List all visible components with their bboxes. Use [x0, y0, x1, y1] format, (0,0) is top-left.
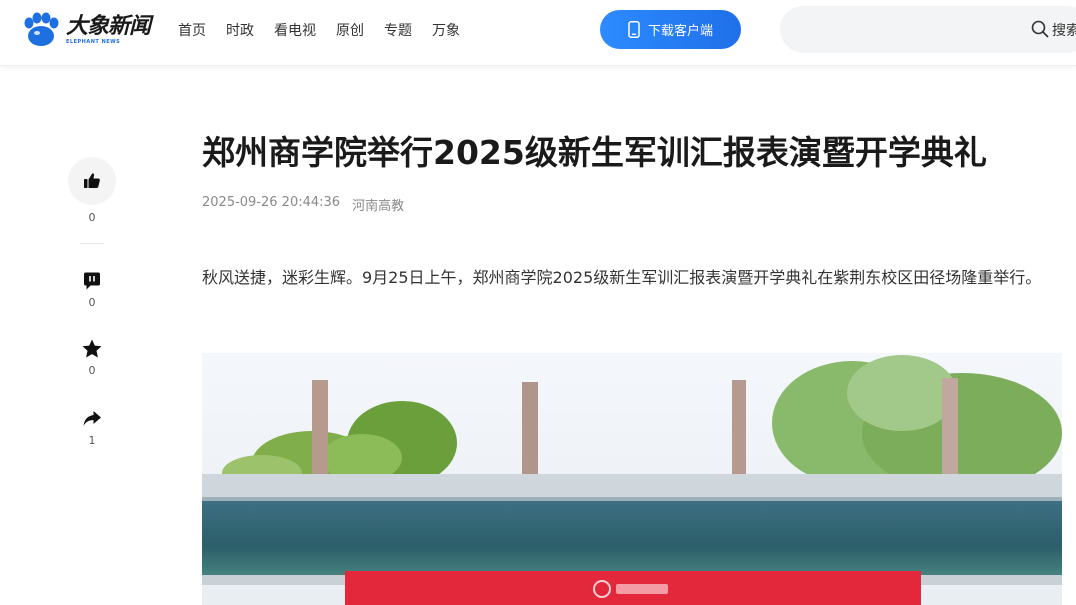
like-count: 0 — [88, 211, 96, 224]
article-source[interactable]: 河南高教 — [352, 195, 404, 214]
logo-title: 大象新闻 — [66, 13, 151, 39]
share-icon — [83, 411, 101, 426]
search-icon[interactable] — [1031, 20, 1049, 38]
nav-home[interactable]: 首页 — [178, 20, 206, 40]
site-logo[interactable]: 大象新闻 ELEPHANT NEWS — [22, 10, 151, 50]
phone-icon — [628, 21, 640, 38]
site-header: 大象新闻 ELEPHANT NEWS 首页 时政 看电视 原创 专题 万象 下载… — [0, 0, 1076, 66]
stadium-photo-image — [202, 353, 1062, 605]
favorite-button[interactable] — [68, 334, 116, 364]
favorite-count: 0 — [88, 364, 96, 377]
comment-button[interactable] — [68, 266, 116, 296]
download-app-label: 下载客户端 — [647, 24, 713, 39]
article-meta: 2025-09-26 20:44:36 河南高教 — [202, 195, 404, 214]
search-box[interactable]: 搜索 — [780, 6, 1076, 53]
article-photo[interactable] — [202, 353, 1062, 605]
article-title: 郑州商学院举行2025级新生军训汇报表演暨开学典礼 — [202, 133, 987, 172]
article-action-rail: 0 0 0 1 — [68, 157, 116, 452]
download-app-button[interactable]: 下载客户端 — [600, 10, 741, 49]
logo-subtitle: ELEPHANT NEWS — [66, 38, 121, 45]
rail-divider — [80, 243, 104, 244]
main-nav: 首页 时政 看电视 原创 专题 万象 — [178, 20, 480, 40]
star-icon — [82, 339, 102, 358]
nav-topics[interactable]: 专题 — [384, 20, 412, 40]
nav-politics[interactable]: 时政 — [226, 20, 254, 40]
comment-icon — [84, 272, 100, 290]
paw-logo-icon — [24, 12, 59, 46]
nav-tv[interactable]: 看电视 — [274, 20, 316, 40]
share-button[interactable] — [68, 404, 116, 434]
article-paragraph: 秋风送捷，迷彩生辉。9月25日上午，郑州商学院2025级新生军训汇报表演暨开学典… — [202, 268, 1042, 287]
nav-wanxiang[interactable]: 万象 — [432, 20, 460, 40]
thumbs-up-icon — [84, 173, 100, 188]
nav-original[interactable]: 原创 — [336, 20, 364, 40]
like-button[interactable] — [68, 157, 116, 205]
search-label[interactable]: 搜索 — [1052, 20, 1076, 40]
share-count: 1 — [88, 434, 96, 447]
comment-count: 0 — [88, 296, 96, 309]
publish-time: 2025-09-26 20:44:36 — [202, 195, 341, 210]
